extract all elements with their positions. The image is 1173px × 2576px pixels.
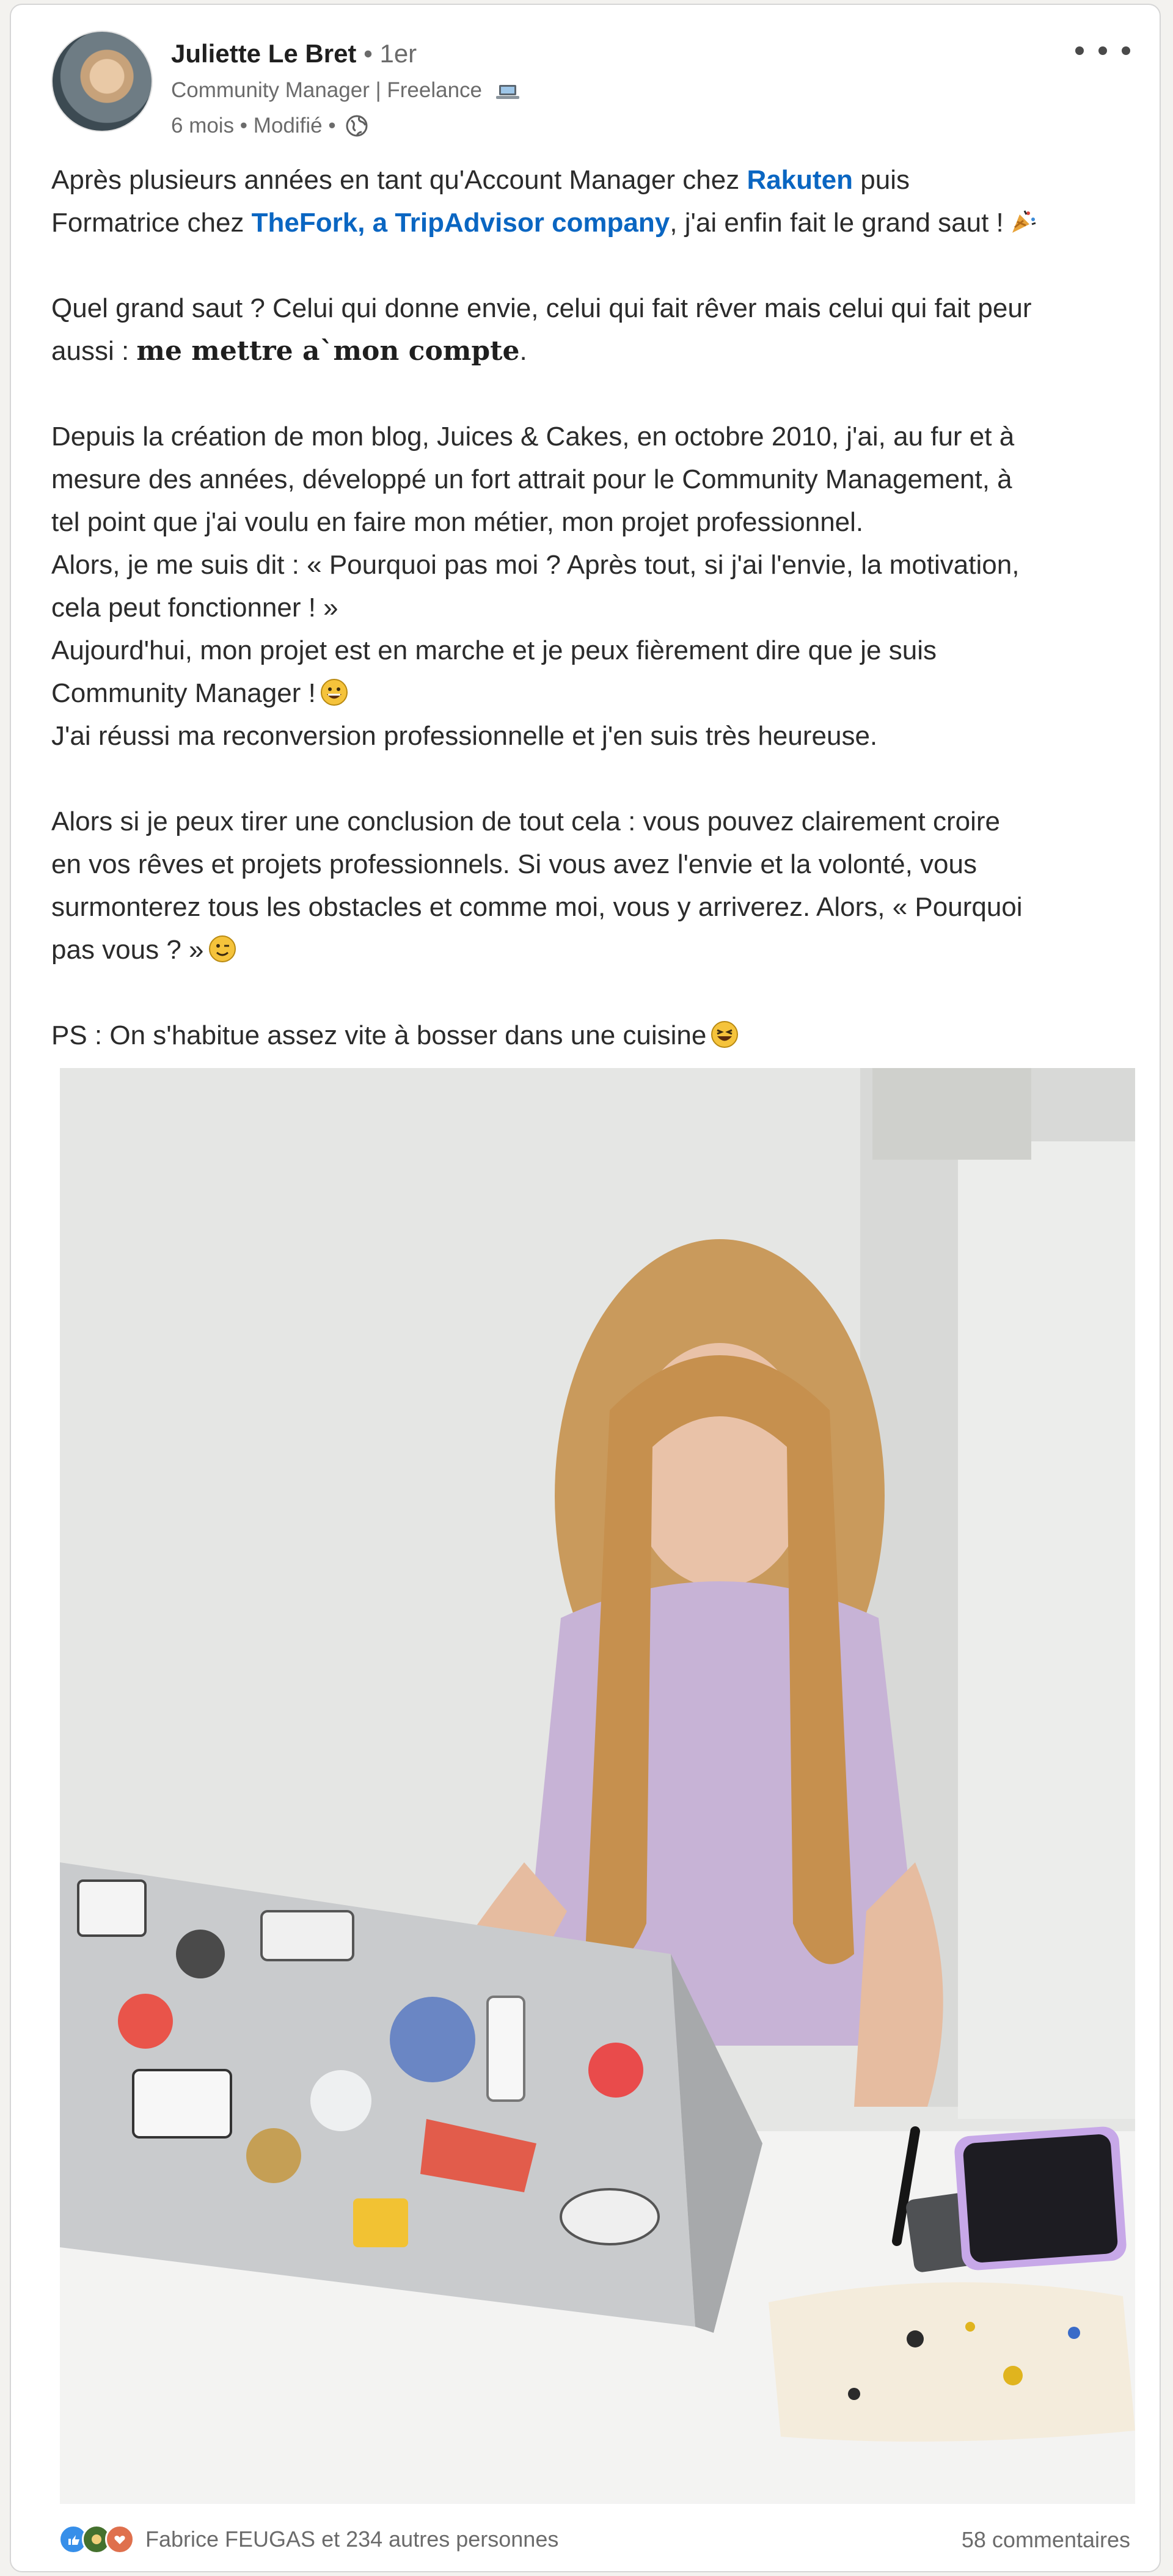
more-options-button[interactable] <box>1075 37 1130 65</box>
post-card: Juliette Le Bret • 1er Community Manager… <box>10 4 1161 2572</box>
text-line: aussi : me mettre a`mon compte. <box>51 335 527 367</box>
text-line: Formatrice chez TheFork, a TripAdvisor c… <box>51 202 1133 244</box>
text-line: en vos rêves et projets professionnels. … <box>51 849 977 879</box>
reactions-count[interactable]: Fabrice FEUGAS et 234 autres personnes <box>145 2527 558 2552</box>
text-line: Après plusieurs années en tant qu'Accoun… <box>51 165 910 195</box>
text-line: surmonterez tous les obstacles et comme … <box>51 892 1023 922</box>
grinning-face-icon <box>320 679 348 706</box>
post-photo[interactable] <box>60 1068 1135 2504</box>
author-name-line: Juliette Le Bret • 1er <box>171 38 417 70</box>
text-line: Alors, je me suis dit : « Pourquoi pas m… <box>51 550 1020 580</box>
text-line: Community Manager ! <box>51 672 1133 715</box>
text-line: pas vous ? » <box>51 929 1133 971</box>
text-line: mesure des années, développé un fort att… <box>51 464 1012 494</box>
text-line: Quel grand saut ? Celui qui donne envie,… <box>51 293 1032 323</box>
post-text: Après plusieurs années en tant qu'Accoun… <box>51 159 1133 1057</box>
winking-face-icon <box>208 935 236 962</box>
globe-icon <box>346 115 368 137</box>
text-line: Alors si je peux tirer une conclusion de… <box>51 807 1000 836</box>
comments-count[interactable]: 58 commentaires <box>962 2527 1130 2553</box>
author-name[interactable]: Juliette Le Bret <box>171 39 356 68</box>
text-line: PS : On s'habitue assez vite à bosser da… <box>51 1014 1133 1057</box>
more-options-dot <box>1098 46 1107 55</box>
connection-degree: • 1er <box>364 39 417 68</box>
text-line: Depuis la création de mon blog, Juices &… <box>51 422 1015 452</box>
text-line: tel point que j'ai voulu en faire mon mé… <box>51 507 864 537</box>
author-headline-line: Community Manager | Freelance <box>171 77 520 104</box>
text-line: cela peut fonctionner ! » <box>51 593 338 623</box>
text-line: Aujourd'hui, mon projet est en marche et… <box>51 635 937 665</box>
love-reaction-icon <box>105 2525 134 2554</box>
mention-rakuten[interactable]: Rakuten <box>747 165 853 195</box>
laptop-icon <box>495 84 519 99</box>
bold-text: me mettre a`mon compte <box>136 335 520 367</box>
more-options-dot <box>1122 46 1130 55</box>
laughing-face-icon <box>711 1021 739 1048</box>
more-options-icon <box>1075 46 1084 55</box>
reactions-summary[interactable]: Fabrice FEUGAS et 234 autres personnes <box>59 2522 558 2556</box>
text-line: J'ai réussi ma reconversion professionne… <box>51 721 878 751</box>
post-timestamp: 6 mois • Modifié • <box>171 114 336 137</box>
author-headline: Community Manager | Freelance <box>171 78 483 102</box>
party-popper-icon <box>1012 210 1036 233</box>
mention-thefork[interactable]: TheFork, a TripAdvisor company <box>252 208 670 238</box>
author-avatar[interactable] <box>51 31 153 132</box>
post-meta: 6 mois • Modifié • <box>171 112 369 139</box>
